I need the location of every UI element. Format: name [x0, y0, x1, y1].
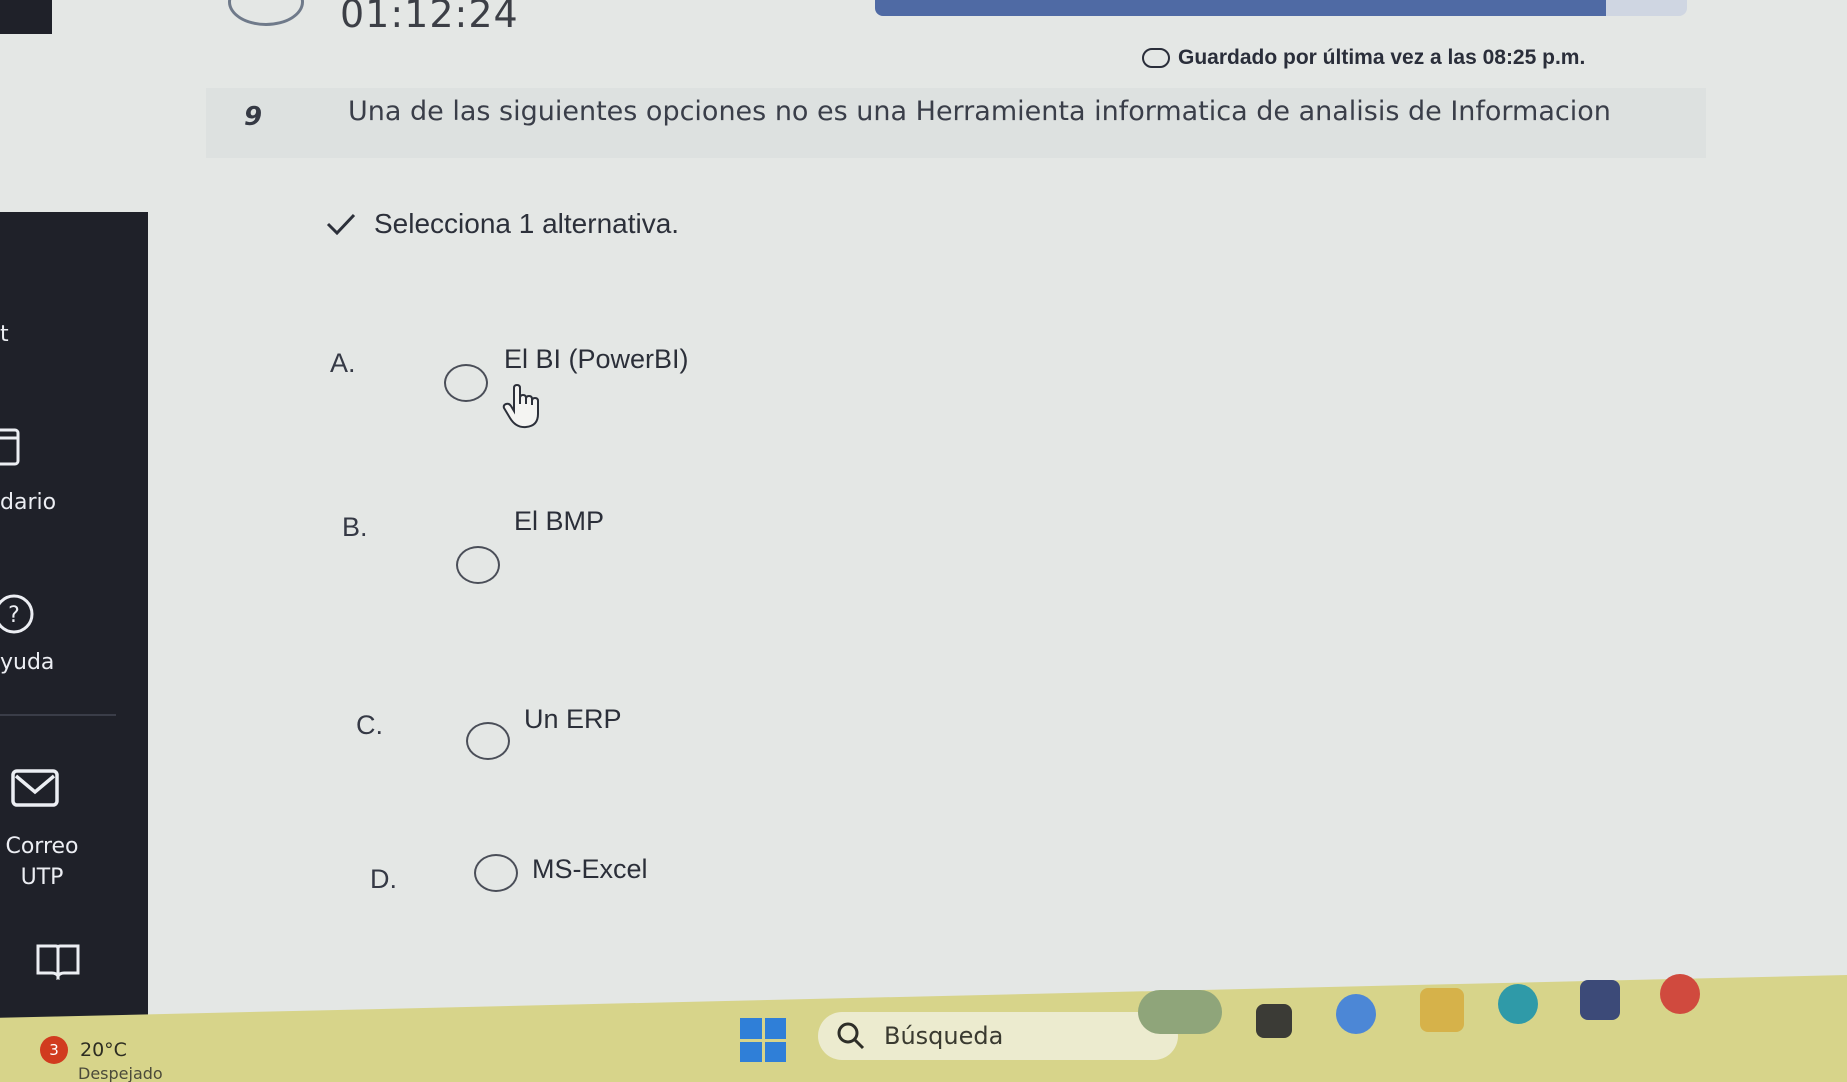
option-a-radio[interactable] [444, 364, 488, 402]
search-icon [837, 1022, 865, 1050]
option-d-letter: D. [370, 864, 397, 894]
sidebar-item-label-2: UTP [20, 865, 64, 890]
option-b-text[interactable]: El BMP [514, 506, 604, 537]
weather-temperature: 20°C [80, 1039, 127, 1061]
sidebar-item-label: Correo [5, 834, 79, 859]
option-c-text[interactable]: Un ERP [524, 704, 622, 735]
progress-fill [875, 0, 1606, 16]
weather-widget[interactable]: 3 20°C [40, 1036, 127, 1064]
sidebar-item-label: yuda [0, 650, 55, 675]
weather-badge: 3 [40, 1036, 68, 1064]
file-explorer-icon[interactable] [1420, 988, 1464, 1032]
sidebar-item-label: dario [0, 490, 57, 515]
instruction-text: Selecciona 1 alternativa. [374, 208, 680, 239]
option-b-radio[interactable] [456, 546, 500, 584]
store-icon[interactable] [1580, 980, 1620, 1020]
option-c-letter: C. [356, 710, 383, 740]
screen: 01:12:24 Guardado por última vez a las 0… [0, 0, 1847, 1082]
sidebar-item-help[interactable]: ? yuda [0, 592, 54, 675]
option-a-letter: A. [330, 348, 356, 378]
help-icon: ? [0, 594, 34, 634]
option-c-radio[interactable] [466, 722, 510, 760]
weather-description: Despejado [78, 1064, 163, 1082]
progress-bar [875, 0, 1687, 16]
calendar-icon [0, 428, 20, 466]
cloud-icon [1142, 48, 1170, 68]
save-status-text: Guardado por última vez a las 08:25 p.m. [1178, 46, 1586, 69]
windows-start-icon[interactable] [740, 1018, 786, 1062]
option-d-text[interactable]: MS-Excel [532, 854, 648, 885]
copilot-icon[interactable] [1336, 994, 1376, 1034]
question-number: 9 [244, 102, 263, 132]
taskbar-search[interactable]: Búsqueda [818, 1012, 1178, 1060]
option-a-text[interactable]: El BI (PowerBI) [504, 344, 689, 375]
sidebar-item-book[interactable] [34, 940, 82, 986]
edge-browser-icon[interactable] [1498, 984, 1538, 1024]
chrome-icon[interactable] [1660, 974, 1700, 1014]
sidebar-top-corner [0, 0, 52, 34]
sidebar-item-unknown[interactable]: t [0, 322, 9, 347]
save-status: Guardado por última vez a las 08:25 p.m. [1142, 46, 1585, 70]
sidebar-divider [0, 714, 116, 716]
sidebar-item-label: t [0, 322, 9, 347]
option-d-radio[interactable] [474, 854, 518, 892]
svg-text:?: ? [8, 603, 20, 628]
instruction: Selecciona 1 alternativa. [326, 208, 679, 240]
timer-clock-icon [228, 0, 304, 26]
sidebar-item-mail[interactable]: Correo UTP [2, 768, 82, 890]
check-icon [326, 213, 356, 235]
mail-icon [11, 769, 59, 807]
widgets-icon[interactable] [1138, 990, 1222, 1034]
option-b-letter: B. [342, 512, 368, 542]
search-label: Búsqueda [884, 1022, 1004, 1050]
book-icon [36, 944, 80, 981]
task-view-icon[interactable] [1256, 1004, 1292, 1038]
sidebar: t dario ? yuda Correo UTP [0, 212, 148, 1030]
hand-cursor-icon [502, 384, 539, 429]
exam-timer: 01:12:24 [340, 0, 519, 36]
question-text: Una de las siguientes opciones no es una… [348, 96, 1611, 127]
sidebar-item-calendar[interactable]: dario [0, 424, 56, 515]
